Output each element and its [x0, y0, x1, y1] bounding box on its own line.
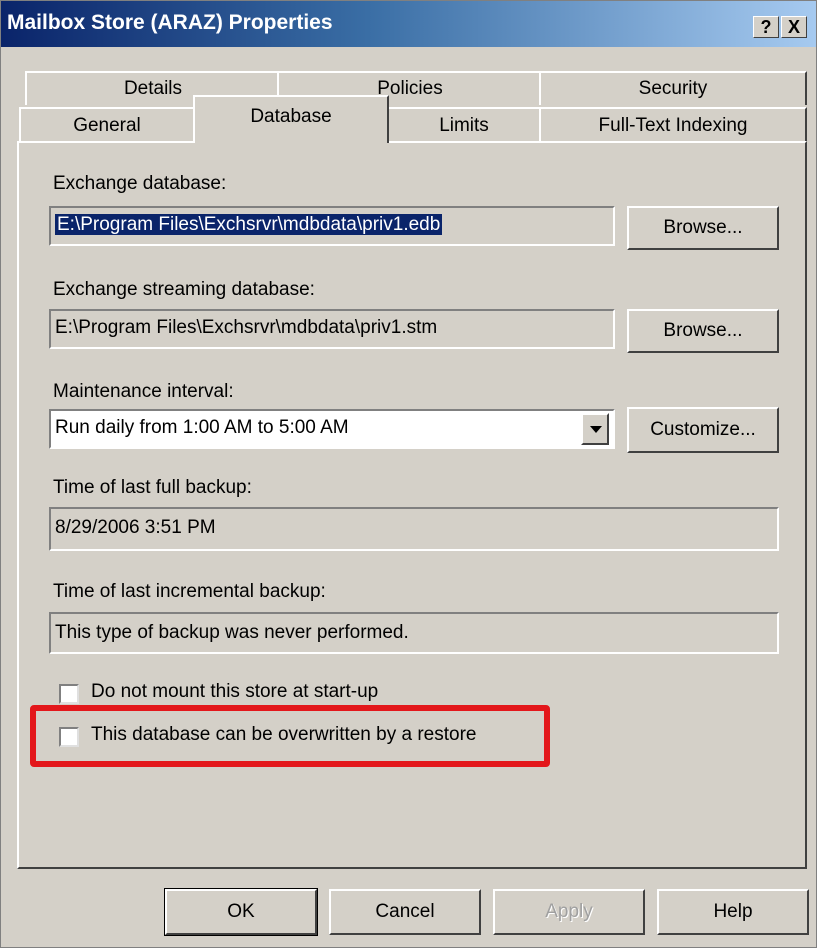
full-backup-field: 8/29/2006 3:51 PM — [49, 507, 779, 551]
tab-database[interactable]: Database — [193, 95, 389, 143]
incremental-backup-value: This type of backup was never performed. — [55, 622, 409, 643]
properties-dialog: Mailbox Store (ARAZ) Properties ? X Deta… — [0, 0, 817, 948]
maintenance-interval-label: Maintenance interval: — [53, 381, 234, 402]
tab-general[interactable]: General — [19, 107, 195, 143]
no-mount-checkbox[interactable] — [59, 684, 79, 704]
incremental-backup-field: This type of backup was never performed. — [49, 612, 779, 654]
tab-full-text-indexing[interactable]: Full-Text Indexing — [539, 107, 807, 143]
ok-button[interactable]: OK — [164, 888, 318, 936]
tab-security[interactable]: Security — [539, 71, 807, 105]
streaming-database-label: Exchange streaming database: — [53, 279, 315, 300]
streaming-database-field[interactable]: E:\Program Files\Exchsrvr\mdbdata\priv1.… — [49, 309, 615, 349]
cancel-button[interactable]: Cancel — [329, 889, 481, 935]
apply-button[interactable]: Apply — [493, 889, 645, 935]
maintenance-interval-select[interactable]: Run daily from 1:00 AM to 5:00 AM — [49, 409, 615, 449]
tab-limits[interactable]: Limits — [387, 107, 541, 143]
maintenance-interval-value: Run daily from 1:00 AM to 5:00 AM — [55, 417, 349, 438]
exchange-database-value: E:\Program Files\Exchsrvr\mdbdata\priv1.… — [55, 214, 443, 235]
no-mount-label[interactable]: Do not mount this store at start-up — [91, 681, 378, 703]
exchange-database-field[interactable]: E:\Program Files\Exchsrvr\mdbdata\priv1.… — [49, 206, 615, 246]
chevron-down-icon — [590, 426, 602, 433]
browse-streaming-button[interactable]: Browse... — [627, 309, 779, 353]
streaming-database-value: E:\Program Files\Exchsrvr\mdbdata\priv1.… — [55, 317, 438, 338]
maintenance-dropdown-button[interactable] — [581, 413, 609, 445]
window-title: Mailbox Store (ARAZ) Properties — [7, 11, 333, 34]
customize-button[interactable]: Customize... — [627, 407, 779, 453]
full-backup-value: 8/29/2006 3:51 PM — [55, 517, 216, 538]
browse-database-button[interactable]: Browse... — [627, 206, 779, 250]
full-backup-label: Time of last full backup: — [53, 477, 252, 498]
exchange-database-label: Exchange database: — [53, 173, 227, 194]
incremental-backup-label: Time of last incremental backup: — [53, 581, 326, 602]
help-button[interactable]: ? — [753, 16, 779, 38]
red-highlight-box — [30, 705, 550, 767]
close-button[interactable]: X — [781, 16, 807, 38]
title-bar[interactable]: Mailbox Store (ARAZ) Properties ? X — [1, 1, 816, 47]
help-footer-button[interactable]: Help — [657, 889, 809, 935]
